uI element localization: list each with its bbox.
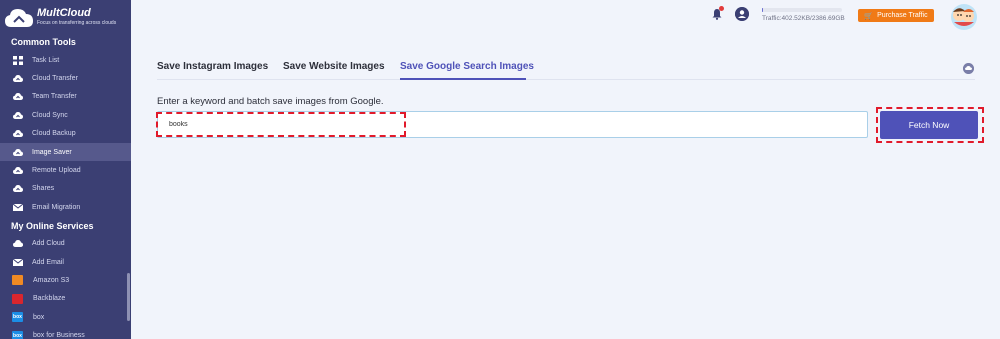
- sidebar-item-label: Add Cloud: [32, 240, 65, 248]
- box-icon: box: [12, 312, 23, 323]
- sidebar-item-label: Amazon S3: [33, 276, 70, 284]
- brand-name: MultCloud: [37, 6, 91, 19]
- sidebar-scrollbar[interactable]: [127, 273, 130, 321]
- keyword-input[interactable]: [158, 112, 867, 137]
- cart-icon: 🛒: [864, 12, 874, 20]
- sidebar-item-email-migration[interactable]: Email Migration: [0, 198, 131, 216]
- sidebar: MultCloud Focus on transferring across c…: [0, 0, 131, 339]
- sidebar-item-label: Shares: [32, 185, 55, 193]
- sidebar-item-team-transfer[interactable]: Team Transfer: [0, 88, 131, 106]
- sidebar-item-cloud-transfer[interactable]: Cloud Transfer: [0, 69, 131, 87]
- sidebar-service-add-email[interactable]: Add Email: [0, 253, 131, 271]
- keyword-field-wrapper: [157, 111, 868, 138]
- traffic-text: Traffic:402.52KB/2386.69GB: [762, 15, 845, 22]
- cloud-backup-icon: [12, 129, 23, 139]
- logo-cloud-icon: [4, 7, 34, 27]
- sidebar-item-label: Remote Upload: [32, 167, 81, 175]
- cloud-download-icon[interactable]: [963, 63, 974, 74]
- sidebar-item-label: box: [33, 313, 45, 321]
- backblaze-icon: [12, 293, 23, 304]
- tab-bar: Save Instagram Images Save Website Image…: [157, 56, 975, 80]
- sidebar-item-label: Team Transfer: [32, 93, 77, 101]
- purchase-traffic-label: Purchase Traffic: [877, 12, 928, 19]
- sidebar-item-cloud-backup[interactable]: Cloud Backup: [0, 125, 131, 143]
- sidebar-item-shares[interactable]: Shares: [0, 180, 131, 198]
- sidebar-item-label: Task List: [32, 56, 60, 64]
- sidebar-service-box[interactable]: box box: [0, 308, 131, 326]
- sidebar-item-label: Cloud Backup: [32, 130, 76, 138]
- traffic-progress-fill: [762, 8, 763, 12]
- sidebar-service-add-cloud[interactable]: Add Cloud: [0, 235, 131, 253]
- sidebar-service-amazon-s3[interactable]: Amazon S3: [0, 271, 131, 289]
- add-cloud-icon: [12, 239, 23, 249]
- cloud-sync-icon: [12, 110, 23, 120]
- remote-upload-icon: [12, 166, 23, 176]
- brand-slogan: Focus on transferring across clouds: [37, 19, 117, 26]
- sidebar-item-label: Image Saver: [32, 148, 72, 156]
- sidebar-item-image-saver[interactable]: Image Saver: [0, 142, 131, 162]
- fetch-now-button[interactable]: Fetch Now: [880, 111, 978, 139]
- shares-icon: [12, 184, 23, 194]
- sidebar-item-task-list[interactable]: Task List: [0, 51, 131, 69]
- traffic-progress-bar: [762, 8, 842, 12]
- add-email-icon: [12, 257, 23, 267]
- tab-website-images[interactable]: Save Website Images: [283, 61, 385, 72]
- sidebar-item-remote-upload[interactable]: Remote Upload: [0, 161, 131, 179]
- tab-google-search-images[interactable]: Save Google Search Images: [400, 61, 534, 72]
- sidebar-item-label: Email Migration: [32, 203, 81, 211]
- active-tab-underline: [400, 78, 526, 80]
- email-migration-icon: [12, 202, 23, 212]
- sidebar-service-backblaze[interactable]: Backblaze: [0, 290, 131, 308]
- team-transfer-icon: [12, 92, 23, 102]
- tab-instagram-images[interactable]: Save Instagram Images: [157, 61, 268, 72]
- sidebar-item-label: Cloud Transfer: [32, 75, 78, 83]
- section-common-tools: Common Tools: [11, 37, 76, 47]
- logo[interactable]: MultCloud Focus on transferring across c…: [0, 0, 131, 33]
- instruction-text: Enter a keyword and batch save images fr…: [157, 96, 384, 107]
- image-saver-icon: [12, 147, 23, 157]
- sidebar-item-label: box for Business: [33, 332, 85, 339]
- section-online-services: My Online Services: [11, 220, 94, 231]
- mascot-icon[interactable]: [946, 2, 982, 32]
- box-business-icon: box: [12, 330, 23, 339]
- user-avatar-icon[interactable]: [735, 7, 749, 21]
- cloud-transfer-icon: [12, 74, 23, 84]
- grid-icon: [12, 55, 23, 65]
- sidebar-item-label: Cloud Sync: [32, 111, 68, 119]
- purchase-traffic-button[interactable]: 🛒 Purchase Traffic: [858, 9, 934, 22]
- sidebar-item-label: Add Email: [32, 258, 64, 266]
- amazon-s3-icon: [12, 275, 23, 286]
- notification-dot: [719, 6, 724, 11]
- sidebar-service-box-for-business[interactable]: box box for Business: [0, 326, 131, 339]
- sidebar-item-cloud-sync[interactable]: Cloud Sync: [0, 106, 131, 124]
- sidebar-item-label: Backblaze: [33, 295, 66, 303]
